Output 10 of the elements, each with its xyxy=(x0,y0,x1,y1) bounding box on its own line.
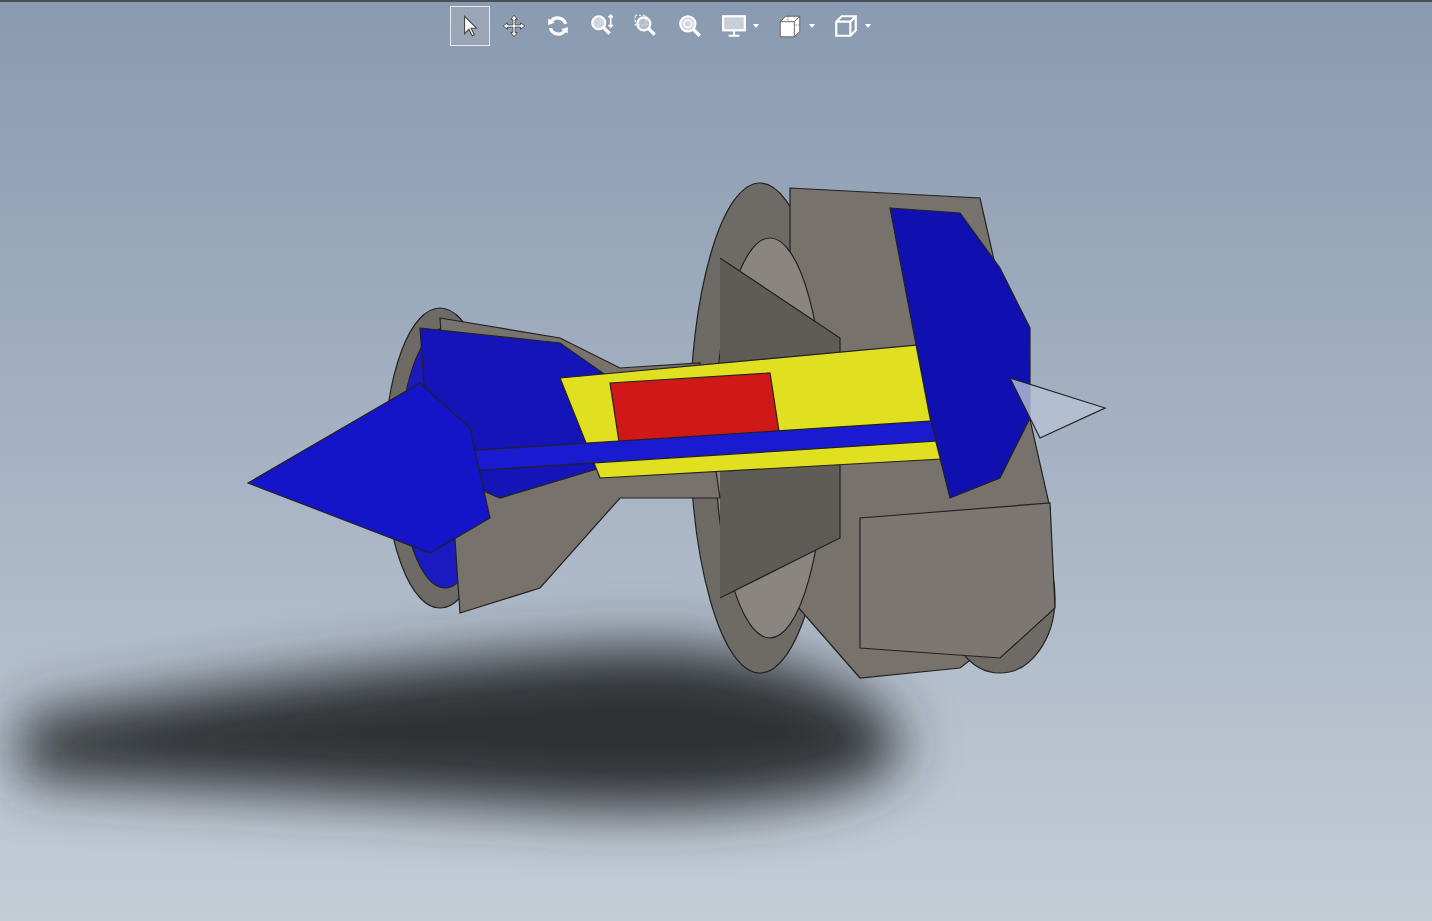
toolbar-button[interactable] xyxy=(450,6,490,46)
dropdown-arrow-icon[interactable] xyxy=(864,23,872,29)
zoom-icon xyxy=(677,13,703,39)
zoom-area-icon xyxy=(633,13,659,39)
rotate-icon xyxy=(545,13,571,39)
pan-icon xyxy=(501,13,527,39)
dropdown-arrow-icon[interactable] xyxy=(808,23,816,29)
cube-icon xyxy=(833,13,859,39)
monitor-icon xyxy=(721,13,747,39)
dropdown-arrow-icon[interactable] xyxy=(752,23,760,29)
